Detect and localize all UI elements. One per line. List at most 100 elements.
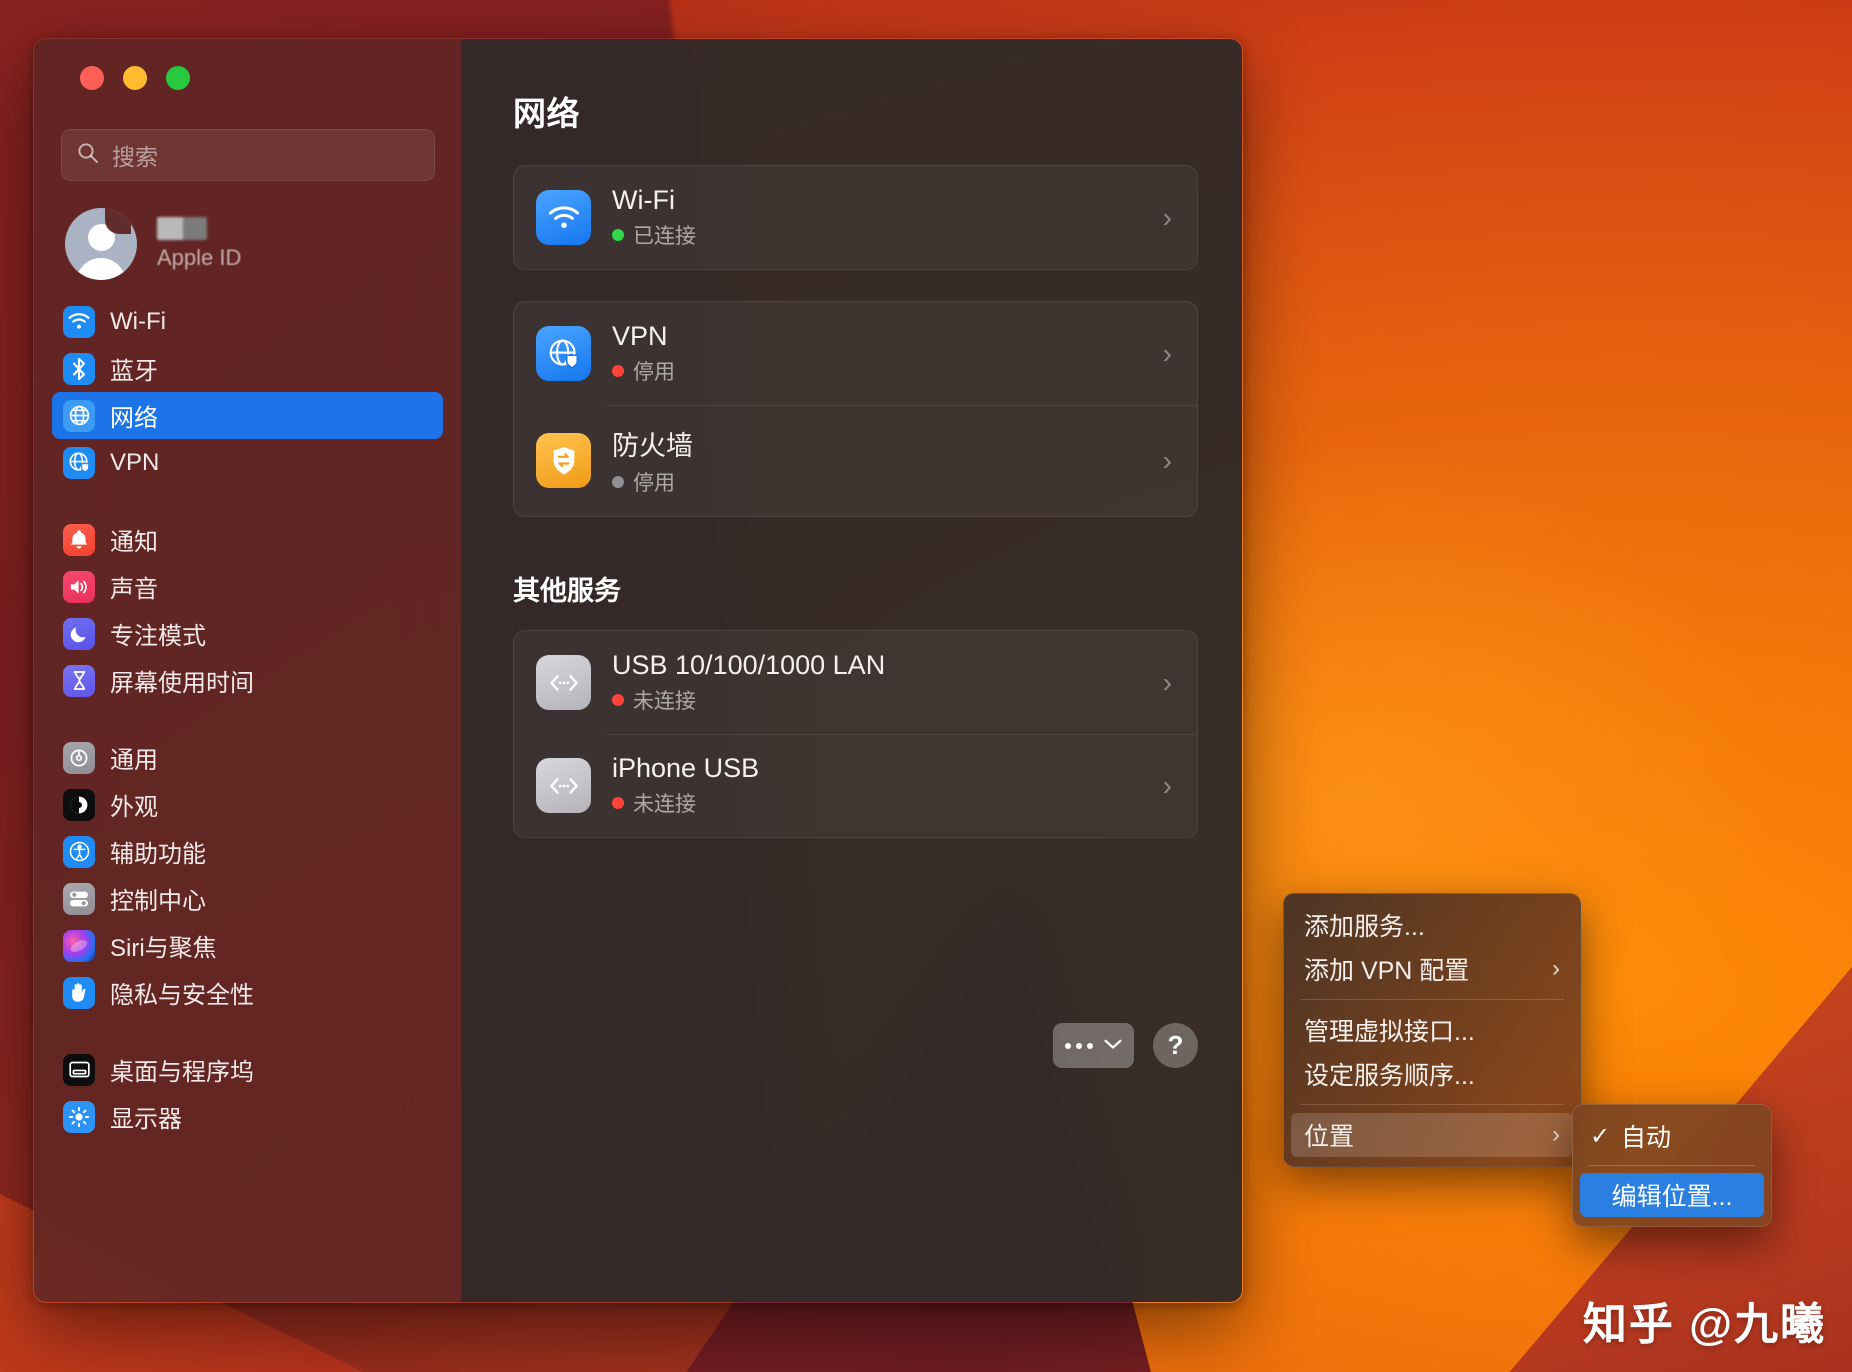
network-row-status: 未连接 (612, 788, 1142, 818)
help-button[interactable]: ? (1153, 1023, 1198, 1068)
more-options-button[interactable] (1053, 1023, 1134, 1068)
sidebar-item-label: 外观 (110, 794, 158, 821)
status-dot (612, 476, 624, 488)
status-dot (612, 229, 624, 241)
sidebar-item-label: 显示器 (110, 1106, 182, 1133)
menu-item-label: 添加 VPN 配置 (1304, 957, 1470, 985)
search-icon (77, 142, 99, 169)
gear-icon (63, 741, 95, 774)
network-row-text: VPN 停用 (612, 321, 1142, 386)
submenu-item-automatic[interactable]: ✓ 自动 (1580, 1114, 1764, 1158)
network-row-iphone-usb[interactable]: iPhone USB 未连接 › (514, 734, 1197, 837)
detail-action-buttons: ? (1053, 1023, 1198, 1068)
sidebar-item-label: 声音 (110, 576, 158, 603)
more-options-context-menu: 添加服务... 添加 VPN 配置 › 管理虚拟接口... 设定服务顺序... … (1283, 893, 1581, 1167)
status-label: 已连接 (633, 225, 696, 248)
ellipsis-icon (1065, 1042, 1093, 1049)
bluetooth-icon (63, 352, 95, 385)
account-text: Apple ID (157, 217, 241, 271)
sidebar-item-label: 桌面与程序坞 (110, 1059, 254, 1086)
wifi-icon (536, 190, 591, 245)
sidebar-item-displays[interactable]: 显示器 (52, 1093, 443, 1140)
submenu-item-label: 编辑位置... (1611, 1183, 1733, 1211)
network-card-wifi: Wi-Fi 已连接 › (513, 165, 1198, 270)
network-row-wifi[interactable]: Wi-Fi 已连接 › (514, 166, 1197, 269)
sidebar-item-desktop-dock[interactable]: 桌面与程序坞 (52, 1046, 443, 1093)
sidebar-item-focus[interactable]: 专注模式 (52, 610, 443, 657)
sidebar-item-label: 控制中心 (110, 888, 206, 915)
sidebar-item-label: 通知 (110, 529, 158, 556)
menu-item-manage-virtual-interfaces[interactable]: 管理虚拟接口... (1291, 1008, 1573, 1052)
sidebar-item-sound[interactable]: 声音 (52, 563, 443, 610)
ethernet-icon (536, 655, 591, 710)
sidebar-item-label: 隐私与安全性 (110, 982, 254, 1009)
sidebar-item-network[interactable]: 网络 (52, 392, 443, 439)
menu-item-label: 设定服务顺序... (1304, 1062, 1475, 1090)
sidebar-item-screentime[interactable]: 屏幕使用时间 (52, 657, 443, 704)
network-row-status: 停用 (612, 467, 1142, 497)
sidebar-group-system: 通用 外观 辅助功能 控制中心 Siri与聚焦 隐私与安全性 (52, 734, 443, 1016)
sidebar-item-label: 辅助功能 (110, 841, 206, 868)
sidebar-item-vpn[interactable]: VPN (52, 439, 443, 486)
sidebar-item-label: 通用 (110, 747, 158, 774)
network-row-vpn[interactable]: VPN 停用 › (514, 302, 1197, 405)
other-services-card: USB 10/100/1000 LAN 未连接 › iPhone USB 未连接… (513, 630, 1198, 838)
status-label: 未连接 (633, 793, 696, 816)
appearance-icon (63, 788, 95, 821)
sidebar-item-label: Wi-Fi (110, 307, 166, 335)
close-button[interactable] (80, 66, 104, 90)
sidebar-item-control-center[interactable]: 控制中心 (52, 875, 443, 922)
network-row-text: iPhone USB 未连接 (612, 753, 1142, 818)
status-label: 停用 (633, 472, 675, 495)
menu-item-add-service[interactable]: 添加服务... (1291, 903, 1573, 947)
sidebar-group-network: Wi-Fi 蓝牙 网络 VPN (52, 298, 443, 486)
network-card-vpn-firewall: VPN 停用 › 防火墙 停用 › (513, 301, 1198, 517)
sidebar-item-label: 专注模式 (110, 623, 206, 650)
status-dot (612, 694, 624, 706)
menu-item-location[interactable]: 位置 › (1291, 1113, 1573, 1157)
zoom-button[interactable] (166, 66, 190, 90)
sidebar-item-bluetooth[interactable]: 蓝牙 (52, 345, 443, 392)
sidebar-group-desktop: 桌面与程序坞 显示器 (52, 1046, 443, 1140)
network-row-title: VPN (612, 321, 668, 351)
status-label: 停用 (633, 361, 675, 384)
moon-icon (63, 617, 95, 650)
sidebar-item-accessibility[interactable]: 辅助功能 (52, 828, 443, 875)
question-mark-icon: ? (1167, 1030, 1184, 1060)
status-label: 未连接 (633, 690, 696, 713)
vpn-shield-icon (536, 326, 591, 381)
ethernet-icon (536, 758, 591, 813)
sidebar-item-general[interactable]: 通用 (52, 734, 443, 781)
menu-item-label: 管理虚拟接口... (1304, 1018, 1475, 1046)
account-name-redacted (157, 217, 207, 240)
sidebar-item-wifi[interactable]: Wi-Fi (52, 298, 443, 345)
chevron-right-icon: › (1552, 955, 1560, 982)
sidebar-item-appearance[interactable]: 外观 (52, 781, 443, 828)
sidebar-item-notifications[interactable]: 通知 (52, 516, 443, 563)
submenu-item-edit-locations[interactable]: 编辑位置... (1580, 1173, 1764, 1217)
siri-icon (63, 929, 95, 962)
sidebar-item-privacy-security[interactable]: 隐私与安全性 (52, 969, 443, 1016)
display-icon (63, 1100, 95, 1133)
search-input[interactable]: 搜索 (61, 129, 435, 181)
wifi-icon (63, 305, 95, 338)
network-row-text: USB 10/100/1000 LAN 未连接 (612, 650, 1142, 715)
network-row-firewall[interactable]: 防火墙 停用 › (514, 405, 1197, 516)
apple-id-account-row[interactable]: Apple ID (65, 208, 435, 280)
network-row-title: 防火墙 (612, 431, 693, 461)
menu-item-add-vpn-config[interactable]: 添加 VPN 配置 › (1291, 947, 1573, 991)
network-row-usb-lan[interactable]: USB 10/100/1000 LAN 未连接 › (514, 631, 1197, 734)
network-row-status: 已连接 (612, 220, 1142, 250)
sidebar-item-siri-spotlight[interactable]: Siri与聚焦 (52, 922, 443, 969)
menu-item-set-service-order[interactable]: 设定服务顺序... (1291, 1052, 1573, 1096)
minimize-button[interactable] (123, 66, 147, 90)
control-center-icon (63, 882, 95, 915)
chevron-right-icon: › (1162, 337, 1172, 369)
bell-icon (63, 523, 95, 556)
network-row-text: 防火墙 停用 (612, 424, 1142, 497)
chevron-right-icon: › (1162, 201, 1172, 233)
location-submenu: ✓ 自动 编辑位置... (1572, 1104, 1772, 1227)
search-container: 搜索 (61, 129, 435, 181)
sidebar-item-label: Siri与聚焦 (110, 935, 217, 962)
sidebar-group-alerts: 通知 声音 专注模式 屏幕使用时间 (52, 516, 443, 704)
